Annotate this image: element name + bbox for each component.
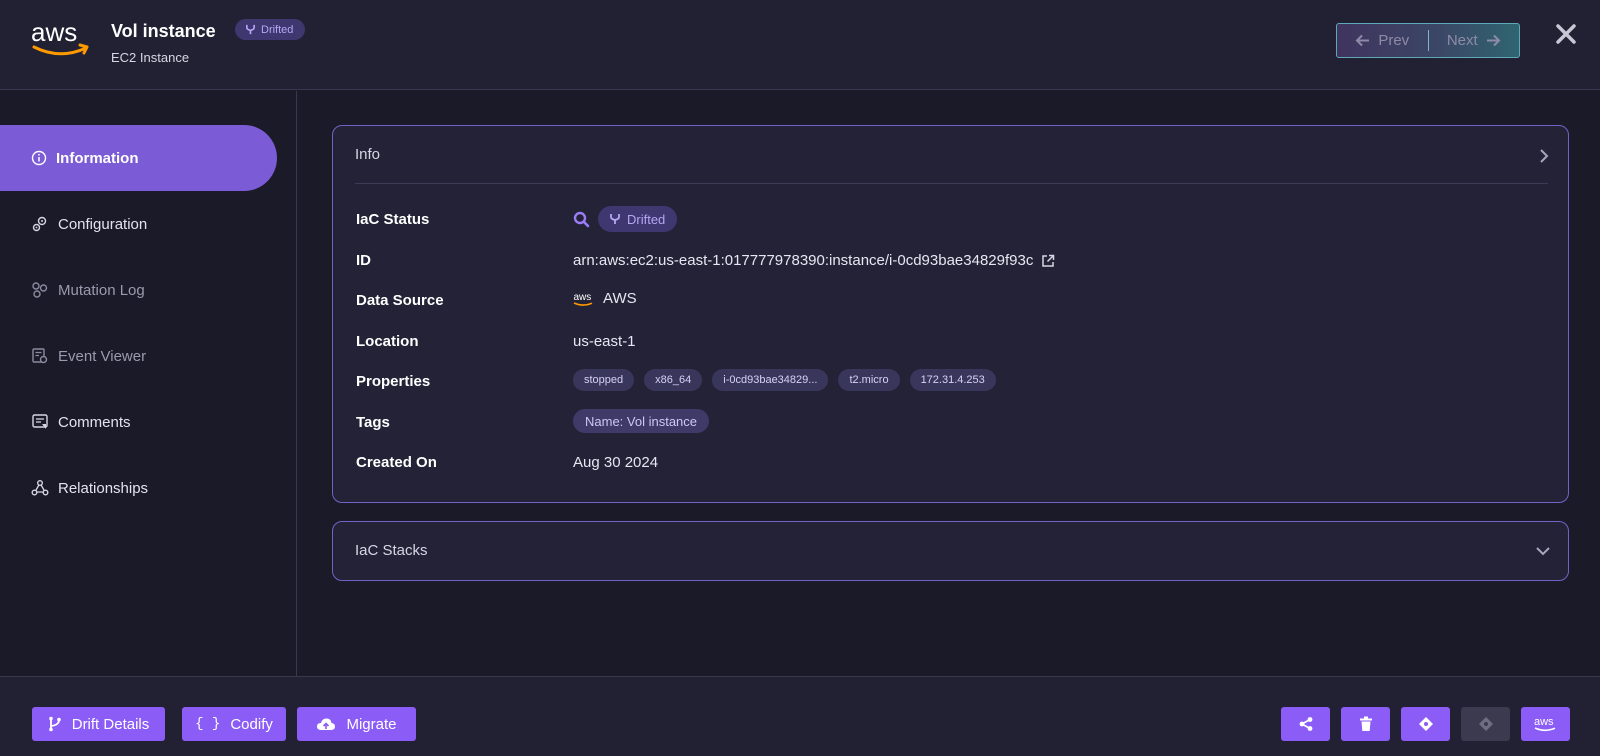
aws-logo-text: aws (31, 17, 77, 47)
sidebar-item-information[interactable]: Information (0, 125, 277, 191)
code-braces-icon: { } (195, 716, 221, 732)
external-link-icon[interactable] (1041, 254, 1055, 268)
next-label: Next (1446, 32, 1478, 49)
git-diamond-icon (1478, 717, 1493, 731)
chevron-down-icon[interactable] (1535, 546, 1551, 556)
aws-small-logo-text: aws (574, 292, 592, 303)
properties-label: Properties (356, 373, 431, 390)
search-icon[interactable] (573, 211, 590, 228)
id-label: ID (356, 252, 371, 269)
drift-branch-icon (610, 214, 620, 224)
git-button[interactable] (1401, 707, 1450, 741)
prev-label: Prev (1378, 32, 1410, 49)
trash-icon (1359, 716, 1372, 731)
git-disabled-button[interactable] (1461, 707, 1510, 741)
chevron-right-icon[interactable] (1539, 148, 1549, 164)
resource-title: Vol instance (111, 21, 216, 41)
info-icon (31, 150, 47, 166)
info-panel: Info IaC Status Drifted ID arn:aws:ec2:u… (332, 125, 1569, 503)
close-icon[interactable] (1555, 23, 1577, 45)
cloud-upload-icon (317, 718, 336, 730)
codify-button[interactable]: { } Codify (182, 707, 286, 741)
footer-bar: Drift Details { } Codify Migrate aws (0, 676, 1600, 756)
sidebar: Information Configuration Mutation Log E… (0, 91, 297, 676)
next-button[interactable]: Next (1429, 24, 1520, 57)
comments-icon (32, 414, 48, 429)
arn-text: arn:aws:ec2:us-east-1:017777978390:insta… (573, 252, 1034, 269)
prev-next-pager: Prev Next (1336, 23, 1520, 58)
created-on-value: Aug 30 2024 (573, 454, 659, 471)
iac-stacks-panel[interactable]: IaC Stacks (332, 521, 1569, 581)
drift-details-button[interactable]: Drift Details (32, 707, 165, 741)
drift-status-pill: Drifted (598, 206, 678, 232)
sidebar-item-mutation-log[interactable]: Mutation Log (0, 257, 277, 323)
sidebar-item-configuration[interactable]: Configuration (0, 191, 277, 257)
codify-label: Codify (230, 715, 273, 733)
sidebar-item-label: Event Viewer (58, 347, 147, 365)
iac-status-value: Drifted (573, 206, 678, 232)
share-button[interactable] (1281, 707, 1330, 741)
migrate-label: Migrate (346, 715, 397, 733)
mutation-log-icon (32, 282, 48, 298)
sidebar-item-label: Relationships (58, 479, 149, 497)
sidebar-item-event-viewer[interactable]: Event Viewer (0, 323, 277, 389)
delete-button[interactable] (1341, 707, 1390, 741)
aws-console-button[interactable]: aws (1521, 707, 1570, 741)
tags-label: Tags (356, 414, 390, 431)
event-viewer-icon (32, 348, 48, 364)
share-icon (1299, 717, 1312, 731)
drift-branch-icon (246, 24, 255, 35)
arrow-right-icon (1486, 34, 1501, 47)
id-value: arn:aws:ec2:us-east-1:017777978390:insta… (573, 252, 1055, 269)
property-pill: x86_64 (644, 369, 703, 391)
resource-type: EC2 Instance (111, 50, 190, 65)
data-source-value: aws AWS (573, 290, 637, 307)
drift-status-label: Drifted (261, 23, 294, 36)
git-diamond-icon (1418, 717, 1433, 731)
iac-stacks-heading: IaC Stacks (355, 542, 428, 559)
info-divider (355, 183, 1548, 184)
property-pill: t2.micro (838, 369, 900, 391)
drift-details-label: Drift Details (71, 715, 150, 733)
data-source-label: Data Source (356, 292, 444, 309)
property-pill: stopped (573, 369, 635, 391)
property-pill: 172.31.4.253 (909, 369, 996, 391)
aws-console-icon: aws (1534, 716, 1555, 732)
sidebar-item-label: Mutation Log (58, 281, 145, 299)
created-on-label: Created On (356, 454, 437, 471)
sidebar-item-label: Information (56, 149, 139, 167)
header-bar: aws Vol instance Drifted EC2 Instance Pr… (0, 0, 1600, 90)
aws-logo: aws (31, 17, 89, 56)
property-pill: i-0cd93bae34829... (712, 369, 829, 391)
tags-value: Name: Vol instance (573, 409, 710, 433)
prev-button[interactable]: Prev (1337, 24, 1428, 57)
git-branch-icon (48, 716, 61, 732)
location-label: Location (356, 333, 419, 350)
aws-small-logo: aws (574, 292, 593, 306)
aws-console-text: aws (1534, 716, 1554, 728)
drift-status-badge: Drifted (235, 19, 306, 40)
drift-status-text: Drifted (627, 211, 666, 227)
sidebar-item-comments[interactable]: Comments (0, 389, 277, 455)
arrow-left-icon (1355, 34, 1370, 47)
sidebar-item-label: Configuration (58, 215, 148, 233)
gears-icon (32, 216, 47, 232)
properties-value: stopped x86_64 i-0cd93bae34829... t2.mic… (573, 369, 996, 391)
sidebar-item-label: Comments (58, 413, 131, 431)
data-source-text: AWS (603, 290, 637, 307)
location-value: us-east-1 (573, 333, 636, 350)
migrate-button[interactable]: Migrate (297, 707, 416, 741)
tag-pill: Name: Vol instance (573, 409, 710, 433)
iac-status-label: IaC Status (356, 211, 430, 228)
sidebar-item-relationships[interactable]: Relationships (0, 455, 277, 521)
info-heading: Info (355, 146, 381, 163)
relationships-icon (31, 480, 49, 496)
